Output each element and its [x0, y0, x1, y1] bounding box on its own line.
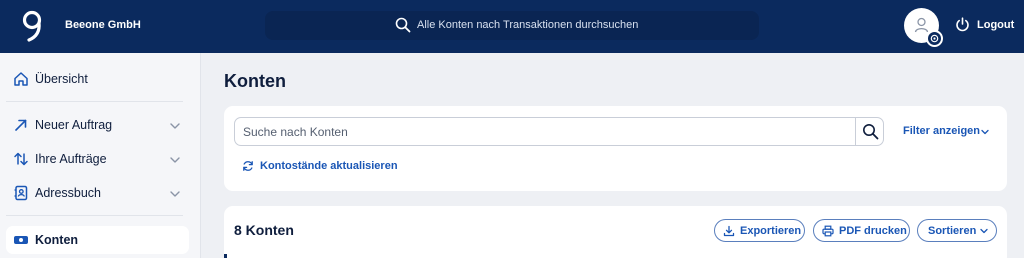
accounts-list-card: 8 Konten Exportieren PDF drucken Sortier…	[224, 206, 1007, 258]
sidebar-divider	[6, 215, 183, 216]
settings-badge[interactable]	[926, 30, 943, 47]
beeone-logo-icon[interactable]	[20, 9, 48, 43]
sidebar-item-uebersicht[interactable]: Übersicht	[6, 65, 189, 93]
download-icon	[723, 225, 735, 237]
gear-icon	[930, 34, 939, 43]
account-search-placeholder: Suche nach Konten	[243, 125, 348, 139]
sidebar-divider	[6, 101, 183, 102]
sidebar-item-ihre-auftraege[interactable]: Ihre Aufträge	[6, 145, 189, 173]
sidebar-item-label: Konten	[35, 233, 79, 247]
sidebar-item-neuer-auftrag[interactable]: Neuer Auftrag	[6, 111, 189, 139]
chevron-down-icon	[980, 228, 988, 234]
sidebar: Übersicht Neuer Auftrag Ihre Aufträge Ad…	[0, 53, 201, 258]
logout-label: Logout	[977, 19, 1015, 31]
global-search-placeholder: Alle Konten nach Transaktionen durchsuch…	[417, 19, 639, 31]
sort-label: Sortieren	[928, 225, 977, 237]
sort-button[interactable]: Sortieren	[917, 219, 997, 242]
sort-arrows-icon	[14, 152, 28, 166]
print-pdf-label: PDF drucken	[839, 225, 907, 237]
search-icon	[395, 17, 411, 33]
chevron-down-icon[interactable]	[169, 188, 181, 200]
page-title: Konten	[224, 71, 286, 91]
sidebar-item-label: Neuer Auftrag	[35, 118, 113, 132]
power-icon	[956, 17, 969, 32]
accounts-count-title: 8 Konten	[234, 222, 294, 238]
account-search-card: Suche nach Konten Filter anzeigen Kontos…	[224, 106, 1007, 191]
account-search-input[interactable]: Suche nach Konten	[234, 117, 884, 146]
sidebar-item-label: Adressbuch	[35, 186, 102, 200]
chevron-down-icon[interactable]	[169, 154, 181, 166]
chevron-down-icon	[981, 129, 989, 135]
list-accent-marker	[224, 254, 227, 258]
refresh-balances-label: Kontostände aktualisieren	[260, 160, 398, 172]
export-label: Exportieren	[740, 225, 802, 237]
refresh-icon	[243, 161, 253, 171]
account-search-button[interactable]	[855, 118, 884, 145]
company-name: Beeone GmbH	[65, 19, 141, 31]
home-icon	[14, 72, 28, 86]
chevron-down-icon[interactable]	[169, 120, 181, 132]
export-button[interactable]: Exportieren	[714, 219, 805, 242]
printer-icon	[822, 225, 834, 237]
address-book-icon	[14, 185, 28, 201]
sidebar-item-label: Übersicht	[35, 72, 88, 86]
print-pdf-button[interactable]: PDF drucken	[813, 219, 910, 242]
search-icon	[863, 124, 879, 140]
global-search[interactable]: Alle Konten nach Transaktionen durchsuch…	[265, 11, 759, 40]
account-card-icon	[14, 236, 28, 244]
show-filter-label: Filter anzeigen	[903, 125, 981, 137]
user-avatar[interactable]	[904, 8, 943, 47]
arrow-up-right-icon	[15, 119, 27, 131]
sidebar-item-label: Ihre Aufträge	[35, 152, 107, 166]
sidebar-item-adressbuch[interactable]: Adressbuch	[6, 179, 189, 207]
sidebar-item-konten[interactable]: Konten	[6, 226, 189, 254]
show-filter-toggle[interactable]: Filter anzeigen	[903, 124, 989, 138]
top-bar: Beeone GmbH Alle Konten nach Transaktion…	[0, 0, 1024, 53]
